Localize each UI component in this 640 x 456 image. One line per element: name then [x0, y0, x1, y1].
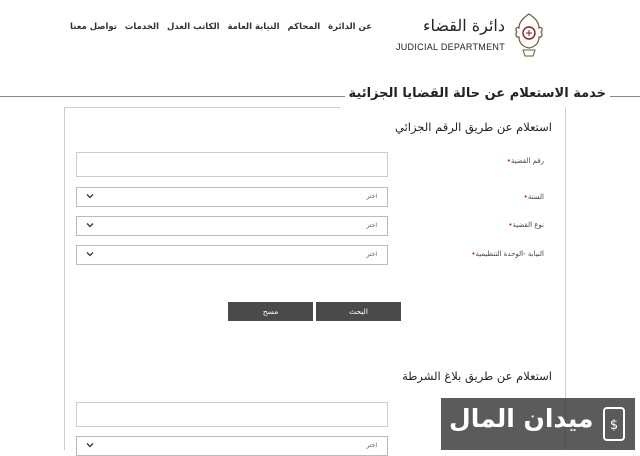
- logo-english-text: JUDICIAL DEPARTMENT: [395, 42, 505, 52]
- prosecution-label: النيابة -الوحدة التنظيمية•: [467, 250, 544, 258]
- case-number-label-text: رقم القضية: [510, 157, 544, 165]
- case-type-select[interactable]: اختر: [76, 216, 388, 236]
- nav-prosecution[interactable]: النيابة العامة: [227, 22, 279, 32]
- chevron-down-icon: [86, 194, 94, 199]
- police-report-input[interactable]: [76, 402, 388, 427]
- watermark-badge: ميدان المال $: [441, 398, 635, 450]
- svg-text:$: $: [610, 418, 618, 433]
- title-divider-left: [0, 96, 345, 97]
- watermark-text: ميدان المال: [449, 404, 594, 433]
- case-number-input[interactable]: [76, 152, 388, 177]
- title-divider-right: [610, 96, 640, 97]
- panel-top-border: [64, 107, 340, 108]
- police-report-select[interactable]: اختر: [76, 436, 388, 456]
- chevron-down-icon: [86, 443, 94, 448]
- page-title: خدمة الاستعلام عن حالة القضايا الجزائية: [348, 86, 606, 101]
- year-select-value: اختر: [366, 193, 378, 200]
- prosecution-select[interactable]: اختر: [76, 245, 388, 265]
- chevron-down-icon: [86, 252, 94, 257]
- search-button[interactable]: البحث: [316, 302, 401, 321]
- logo-arabic-text: دائرة القضاء: [422, 16, 505, 35]
- phone-money-icon: $: [603, 407, 625, 441]
- case-number-label: رقم القضية•: [503, 157, 544, 165]
- main-nav: عن الدائرة المحاكم النيابة العامة الكاتب…: [70, 22, 372, 32]
- year-select[interactable]: اختر: [76, 187, 388, 207]
- year-label-text: السنة: [527, 193, 544, 201]
- case-type-label: نوع القضية•: [504, 221, 544, 229]
- year-label: السنة•: [520, 193, 544, 201]
- nav-courts[interactable]: المحاكم: [287, 22, 320, 32]
- prosecution-select-value: اختر: [366, 251, 378, 258]
- case-type-label-text: نوع القضية: [512, 221, 544, 229]
- falcon-emblem-icon: [515, 13, 543, 57]
- section-heading-police-report: استعلام عن طريق بلاغ الشرطة: [402, 369, 552, 383]
- police-report-select-value: اختر: [366, 442, 378, 449]
- nav-about[interactable]: عن الدائرة: [328, 22, 372, 32]
- chevron-down-icon: [86, 223, 94, 228]
- site-logo[interactable]: دائرة القضاء JUDICIAL DEPARTMENT: [395, 12, 545, 62]
- nav-services[interactable]: الخدمات: [125, 22, 159, 32]
- site-header: عن الدائرة المحاكم النيابة العامة الكاتب…: [0, 0, 640, 78]
- nav-notary[interactable]: الكاتب العدل: [167, 22, 220, 32]
- case-type-select-value: اختر: [366, 222, 378, 229]
- section-heading-criminal-number: استعلام عن طريق الرقم الجزائي: [394, 120, 552, 134]
- nav-contact[interactable]: تواصل معنا: [70, 22, 117, 32]
- clear-button[interactable]: مسح: [228, 302, 313, 321]
- prosecution-label-text: النيابة -الوحدة التنظيمية: [475, 250, 544, 258]
